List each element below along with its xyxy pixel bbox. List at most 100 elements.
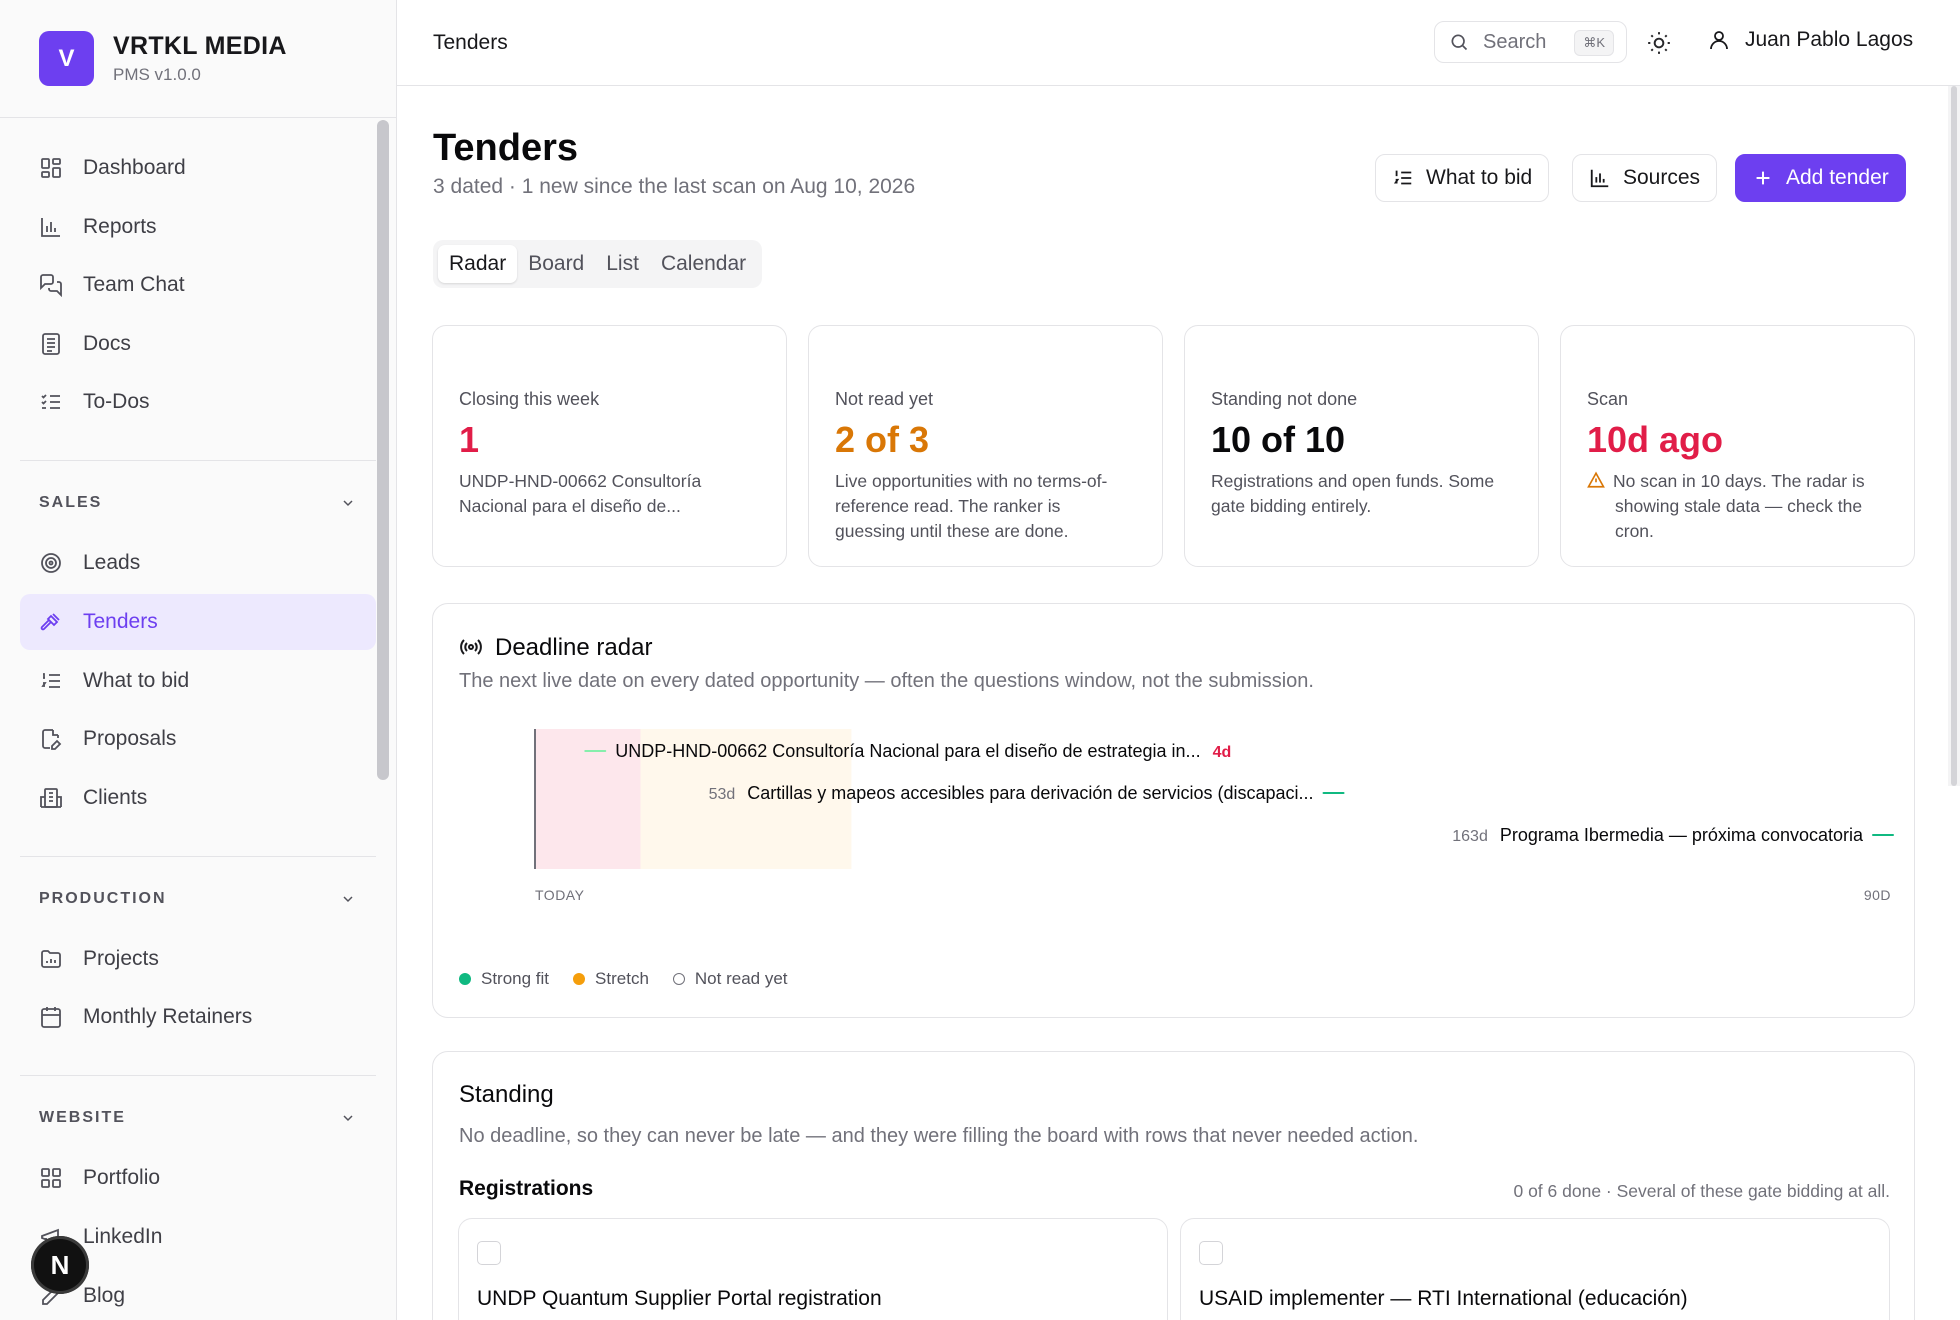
sidebar-item-portfolio[interactable]: Portfolio — [20, 1150, 376, 1206]
add-tender-button[interactable]: Add tender — [1735, 154, 1906, 202]
tab-list[interactable]: List — [595, 245, 650, 283]
stat-label: Scan — [1587, 389, 1629, 409]
sidebar-item-monthly-retainers[interactable]: Monthly Retainers — [20, 989, 376, 1045]
section-toggle-sales[interactable]: SALES — [20, 483, 376, 523]
stat-description: Registrations and open funds. Some gate … — [1211, 471, 1495, 516]
stat-description: UNDP-HND-00662 Consultoría Nacional para… — [459, 471, 702, 516]
deadline-radar-chart: UNDP-HND-00662 Consultoría Nacional para… — [534, 729, 1894, 903]
section-heading: PRODUCTION — [39, 889, 167, 907]
sidebar-item-reports[interactable]: Reports — [20, 199, 376, 255]
stat-value: 1 — [459, 419, 480, 460]
sidebar-item-label: LinkedIn — [83, 1224, 163, 1248]
grid-icon — [39, 156, 63, 180]
radar-legend: Strong fit Stretch Not read yet — [459, 969, 812, 989]
sidebar-item-label: Team Chat — [83, 273, 185, 297]
bar-chart-icon — [1589, 167, 1611, 189]
stat-label: Not read yet — [835, 389, 934, 409]
sidebar-item-team-chat[interactable]: Team Chat — [20, 257, 376, 313]
standing-title: Standing — [459, 1081, 554, 1108]
folder-icon — [39, 947, 63, 971]
chevron-down-icon — [340, 1110, 356, 1126]
checklist-icon — [39, 390, 63, 414]
sidebar-item-label: Tenders — [83, 609, 158, 633]
registration-title: UNDP Quantum Supplier Portal registratio… — [477, 1287, 882, 1310]
registrations-summary: 0 of 6 done · Several of these gate bidd… — [1513, 1181, 1890, 1201]
tab-board[interactable]: Board — [517, 245, 595, 283]
sidebar-item-leads[interactable]: Leads — [20, 535, 376, 591]
standing-subtitle: No deadline, so they can never be late —… — [459, 1125, 1419, 1147]
deadline-radar-title: Deadline radar — [459, 634, 652, 662]
sidebar-item-label: Proposals — [83, 727, 177, 751]
divider — [20, 855, 376, 857]
stat-card-not-read-yet[interactable]: Not read yet 2 of 3 Live opportunities w… — [808, 325, 1163, 567]
chevron-down-icon — [340, 891, 356, 907]
radar-axis-start-label: TODAY — [535, 887, 585, 903]
brand[interactable]: V VRTKL MEDIA PMS v1.0.0 — [0, 0, 396, 118]
tab-radar[interactable]: Radar — [438, 245, 518, 283]
section-toggle-production[interactable]: PRODUCTION — [20, 879, 376, 919]
radar-item-title: Programa Ibermedia — próxima convocatori… — [1500, 825, 1864, 845]
stat-card-standing-not-done[interactable]: Standing not done 10 of 10 Registrations… — [1184, 325, 1539, 567]
user-name: Juan Pablo Lagos — [1745, 28, 1914, 51]
registration-checkbox[interactable] — [477, 1241, 501, 1265]
calendar-icon — [39, 1005, 63, 1029]
view-tabs: Radar Board List Calendar — [433, 240, 763, 288]
legend-item-stretch: Stretch — [573, 969, 649, 989]
sidebar-item-to-dos[interactable]: To-Dos — [20, 374, 376, 430]
registration-checkbox[interactable] — [1199, 1241, 1223, 1265]
sidebar-item-label: Monthly Retainers — [83, 1005, 253, 1029]
button-label: What to bid — [1426, 166, 1533, 189]
legend-label: Not read yet — [694, 969, 788, 988]
target-icon — [39, 551, 63, 575]
theme-toggle-button[interactable] — [1646, 30, 1672, 56]
search-shortcut: ⌘K — [1574, 30, 1614, 56]
sidebar: V VRTKL MEDIA PMS v1.0.0 Dashboard Repor… — [0, 0, 397, 1320]
sidebar-item-docs[interactable]: Docs — [20, 316, 376, 372]
section-toggle-website[interactable]: WEBSITE — [20, 1098, 376, 1138]
sidebar-item-label: To-Dos — [83, 390, 150, 414]
search-label: Search — [1483, 30, 1547, 53]
building-icon — [39, 786, 63, 810]
sidebar-item-proposals[interactable]: Proposals — [20, 711, 376, 767]
tab-calendar[interactable]: Calendar — [650, 245, 757, 283]
divider — [20, 460, 376, 462]
sidebar-item-what-to-bid[interactable]: What to bid — [20, 653, 376, 709]
gavel-icon — [39, 610, 63, 634]
radar-item-days: 163d — [1452, 828, 1488, 845]
stat-value: 10 of 10 — [1211, 419, 1346, 460]
sidebar-item-dashboard[interactable]: Dashboard — [20, 140, 376, 196]
user-menu[interactable]: Juan Pablo Lagos — [1707, 28, 1913, 52]
sources-button[interactable]: Sources — [1572, 154, 1718, 202]
radar-item-title: UNDP-HND-00662 Consultoría Nacional para… — [615, 741, 1200, 761]
sidebar-scrollbar[interactable] — [377, 120, 389, 780]
sidebar-item-label: Reports — [83, 214, 157, 238]
legend-dot — [672, 973, 685, 985]
registration-card[interactable]: USAID implementer — RTI International (e… — [1180, 1218, 1890, 1320]
search-button[interactable]: Search ⌘K — [1434, 21, 1627, 63]
legend-label: Stretch — [595, 969, 649, 988]
card-title-text: Deadline radar — [495, 634, 653, 661]
stat-value: 10d ago — [1587, 419, 1724, 460]
stat-label: Standing not done — [1211, 389, 1358, 409]
framework-dev-badge[interactable]: N — [31, 1236, 89, 1294]
legend-label: Strong fit — [481, 969, 550, 988]
sidebar-item-tenders[interactable]: Tenders — [20, 593, 376, 650]
warning-icon — [1587, 471, 1605, 489]
stat-card-closing-this-week[interactable]: Closing this week 1 UNDP-HND-00662 Consu… — [432, 325, 787, 567]
topbar-title: Tenders — [433, 30, 508, 54]
brand-name: VRTKL MEDIA — [113, 32, 287, 60]
sidebar-item-clients[interactable]: Clients — [20, 770, 376, 826]
topbar: Tenders Search ⌘K Juan Pablo Lagos — [397, 0, 1960, 86]
button-label: Sources — [1623, 166, 1701, 189]
section-heading: WEBSITE — [39, 1109, 126, 1127]
registration-card[interactable]: UNDP Quantum Supplier Portal registratio… — [458, 1218, 1168, 1320]
sidebar-item-projects[interactable]: Projects — [20, 931, 376, 987]
user-icon — [1707, 28, 1731, 52]
sidebar-item-label: Projects — [83, 946, 159, 970]
sidebar-item-label: Docs — [83, 331, 131, 355]
what-to-bid-button[interactable]: What to bid — [1375, 154, 1550, 202]
radar-item-days: 4d — [1213, 744, 1232, 761]
search-icon — [1449, 32, 1469, 52]
sidebar-item-label: Dashboard — [83, 156, 186, 179]
stat-card-scan[interactable]: Scan 10d ago No scan in 10 days. The rad… — [1560, 325, 1915, 567]
